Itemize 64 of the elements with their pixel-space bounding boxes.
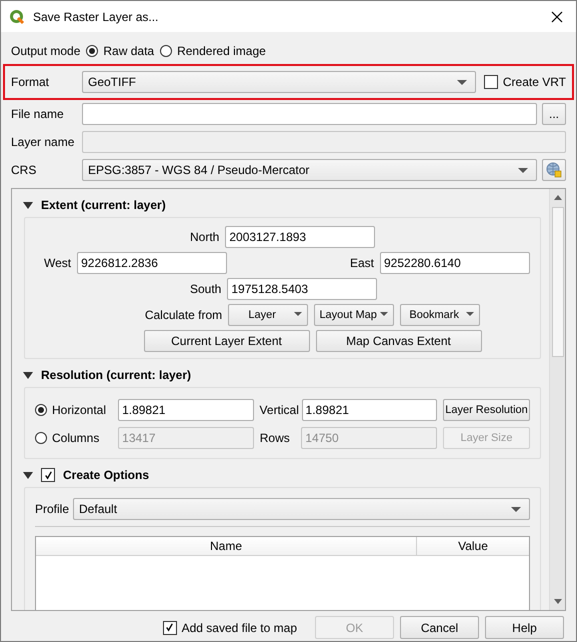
caret-icon (456, 80, 467, 85)
crs-select-button[interactable] (542, 159, 566, 181)
west-field[interactable]: 9226812.2836 (77, 252, 228, 274)
format-dropdown[interactable]: GeoTIFF (82, 71, 476, 93)
caret-icon (511, 507, 521, 512)
collapse-icon[interactable] (23, 472, 33, 478)
caret-icon (518, 168, 528, 173)
resolution-label: Rows (260, 431, 291, 445)
radio-option[interactable]: Columns (35, 431, 112, 445)
create-vrt-checkbox[interactable]: Create VRT (484, 75, 566, 89)
profile-dropdown[interactable]: Default (73, 498, 530, 520)
extent-button[interactable]: Current Layer Extent (144, 330, 310, 352)
south-label: South (190, 282, 222, 296)
scroll-down-icon[interactable] (554, 599, 562, 604)
scroll-up-icon[interactable] (554, 195, 562, 200)
file-name-label: File name (11, 107, 65, 121)
section-title: Extent (current: layer) (41, 198, 166, 212)
section-title: Create Options (63, 468, 150, 482)
menu-button[interactable]: Bookmark (400, 304, 480, 326)
check-icon (42, 470, 54, 480)
resolution-label: Vertical (260, 403, 296, 417)
check-icon (164, 622, 176, 633)
dialog-button[interactable]: Help (485, 616, 564, 639)
column-header[interactable]: Value (417, 537, 529, 555)
caret-icon (294, 312, 302, 316)
crs-label: CRS (11, 163, 38, 177)
resolution-field[interactable]: 1.89821 (302, 399, 438, 421)
dialog-button[interactable]: Cancel (400, 616, 479, 639)
west-label: West (44, 256, 72, 270)
extent-button[interactable]: Map Canvas Extent (316, 330, 482, 352)
window-title: Save Raster Layer as... (33, 10, 160, 24)
format-label: Format (11, 75, 50, 89)
resolution-button[interactable]: Layer Resolution (443, 399, 530, 421)
radio-option[interactable]: Raw data (86, 44, 154, 58)
caret-icon (466, 312, 474, 316)
radio-option[interactable]: Horizontal (35, 403, 112, 417)
column-header[interactable]: Name (36, 537, 417, 555)
east-label: East (350, 256, 374, 270)
add-to-map-checkbox[interactable]: Add saved file to map (162, 620, 297, 634)
logo-icon (9, 8, 25, 24)
north-label: North (190, 230, 220, 244)
checkbox[interactable] (41, 468, 55, 482)
collapse-icon[interactable] (23, 202, 33, 208)
scrollbar-thumb[interactable] (552, 207, 564, 357)
radio-option[interactable]: Rendered image (160, 44, 266, 58)
close-icon[interactable] (551, 10, 563, 22)
calculate-from-label: Calculate from (144, 308, 222, 322)
east-field[interactable]: 9252280.6140 (380, 252, 530, 274)
browse-button[interactable]: ... (542, 103, 566, 125)
south-field[interactable]: 1975128.5403 (227, 278, 378, 300)
crs-dropdown[interactable]: EPSG:3857 - WGS 84 / Pseudo-Mercator (82, 159, 537, 181)
resolution-field[interactable]: 1.89821 (118, 399, 254, 421)
scrollbar[interactable] (549, 189, 565, 610)
output-mode-label: Output mode (11, 44, 80, 58)
menu-button[interactable]: Layer (228, 304, 308, 326)
section-title: Resolution (current: layer) (41, 368, 192, 382)
north-field[interactable]: 2003127.1893 (225, 226, 376, 248)
caret-icon (380, 312, 388, 316)
menu-button[interactable]: Layout Map (314, 304, 394, 326)
profile-label: Profile (35, 502, 70, 516)
globe-icon (546, 162, 562, 178)
collapse-icon[interactable] (23, 372, 33, 378)
layer-name-label: Layer name (11, 135, 76, 149)
file-name-field[interactable] (82, 103, 537, 125)
